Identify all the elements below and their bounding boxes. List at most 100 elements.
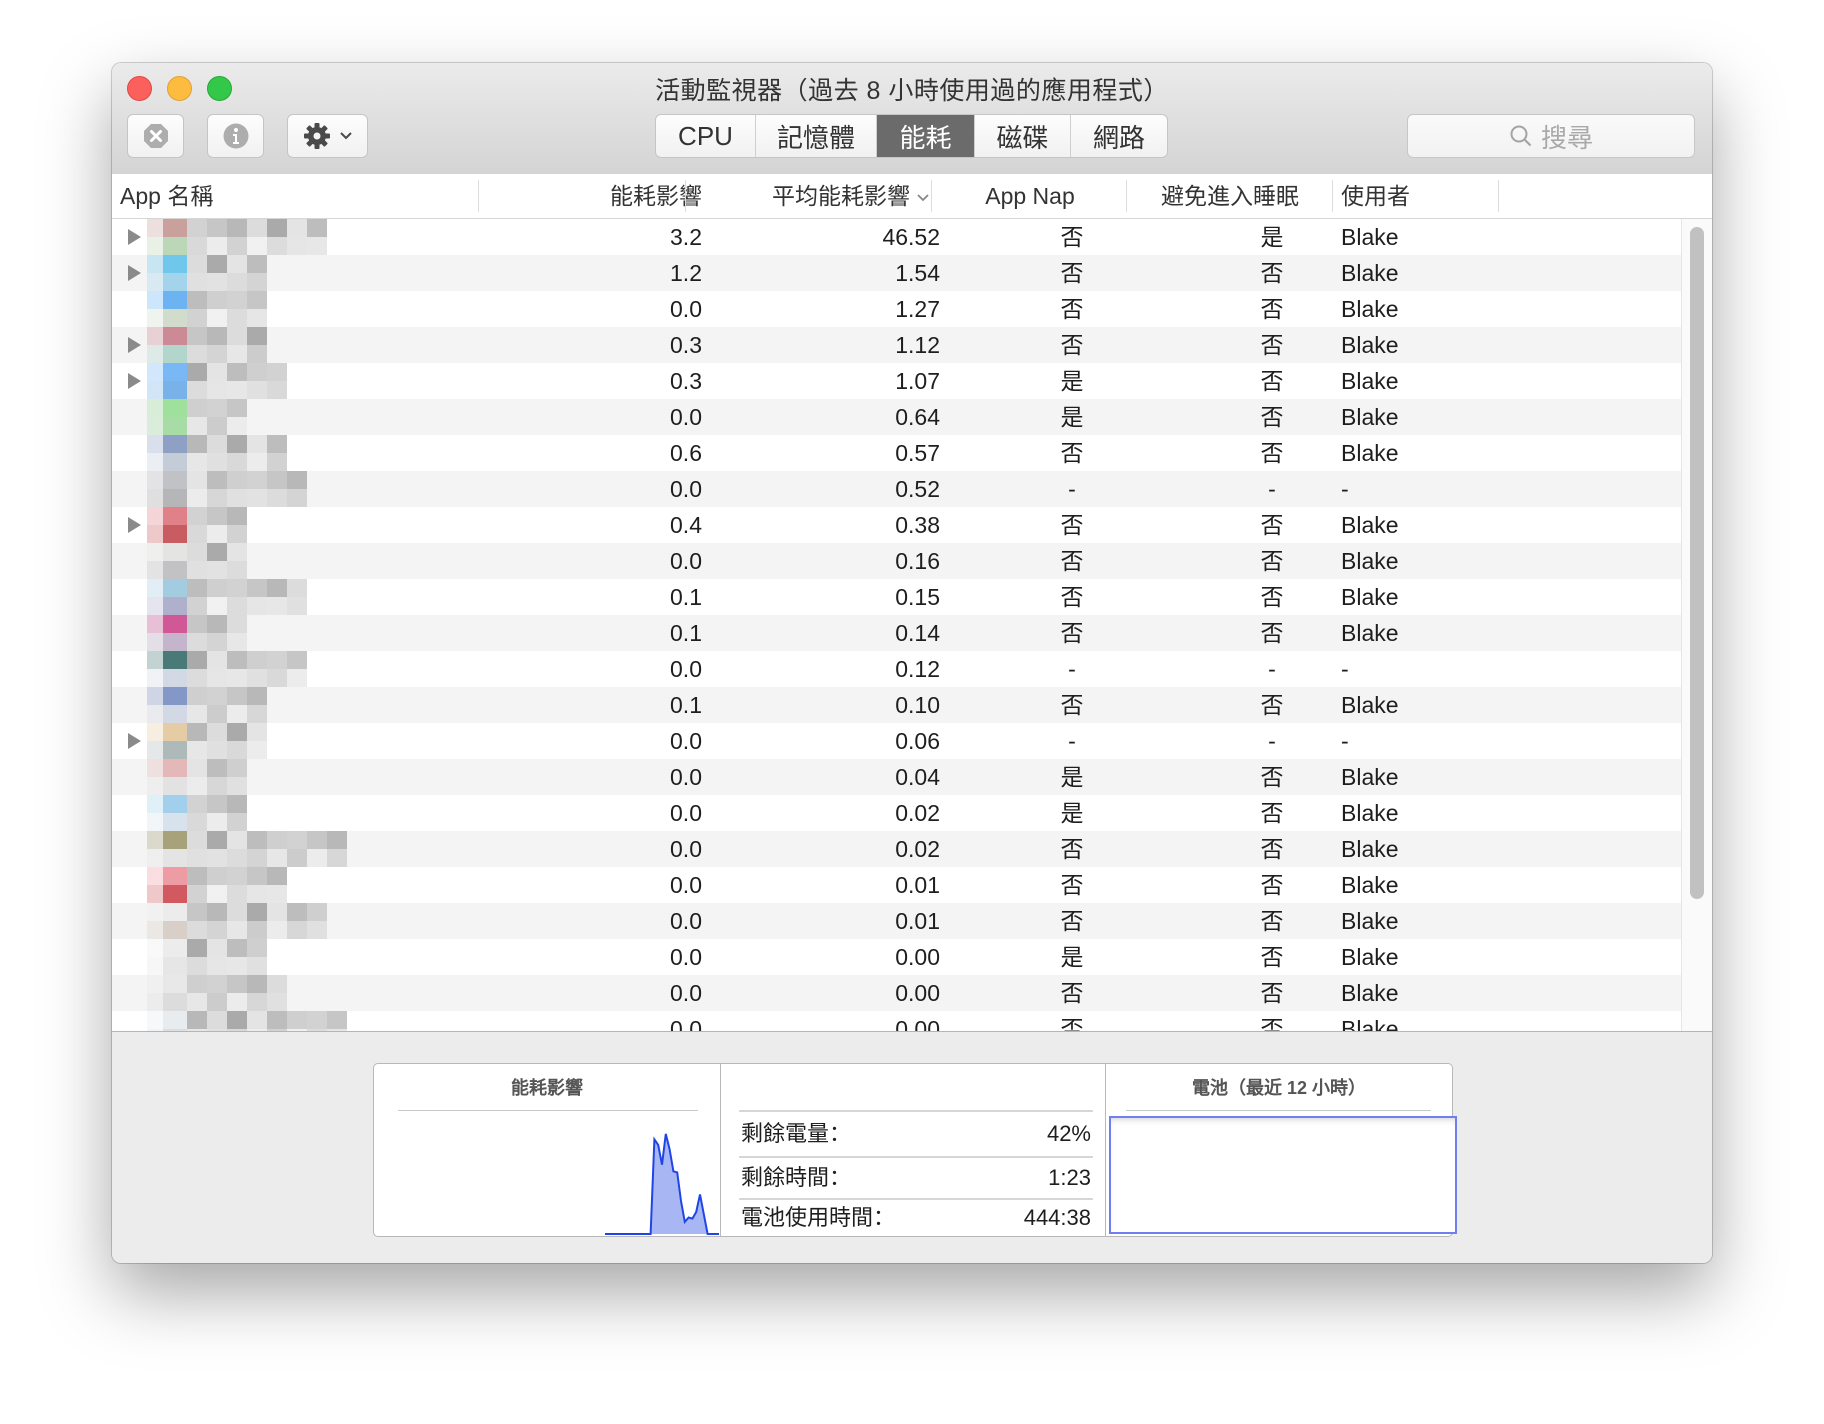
table-row[interactable]: 0.0 0.02 是 否 Blake [112,795,1682,831]
column-divider[interactable] [685,180,686,212]
avg-energy-impact-cell: 0.01 [895,908,940,934]
table-row[interactable]: 0.3 1.07 是 否 Blake [112,363,1682,399]
stop-process-button[interactable] [127,114,184,158]
column-divider[interactable] [1498,180,1499,212]
table-row[interactable]: 0.0 1.27 否 否 Blake [112,291,1682,327]
table-row[interactable]: 0.0 0.16 否 否 Blake [112,543,1682,579]
table-row[interactable]: 0.0 0.01 否 否 Blake [112,867,1682,903]
app-nap-cell: 是 [1060,764,1084,790]
app-icon [147,903,187,939]
table-row[interactable]: 0.0 0.04 是 否 Blake [112,759,1682,795]
app-name-obscured [147,903,327,939]
tab-disk[interactable]: 磁碟 [975,115,1071,157]
divider [1126,1110,1431,1111]
table-row[interactable]: 0.6 0.57 否 否 Blake [112,435,1682,471]
energy-summary-panel: 能耗影響 剩餘電量： 42% 剩餘時間： 1:23 電池使用時間： 444:38… [373,1063,1457,1238]
energy-summary-area: 能耗影響 剩餘電量： 42% 剩餘時間： 1:23 電池使用時間： 444:38… [112,1032,1712,1263]
energy-impact-cell: 0.0 [670,656,702,682]
avg-energy-impact-cell: 0.06 [895,728,940,754]
table-row[interactable]: 0.0 0.00 是 否 Blake [112,939,1682,975]
column-header-app-nap[interactable]: App Nap [932,174,1128,218]
user-cell: Blake [1341,764,1399,790]
table-row[interactable]: 0.0 0.00 否 否 Blake [112,975,1682,1011]
stop-octagon-icon [143,124,168,148]
app-name-obscured [147,795,247,831]
app-name-obscured [147,399,247,435]
tab-memory[interactable]: 記憶體 [756,115,877,157]
sort-descending-icon [917,194,929,202]
inspect-process-button[interactable] [207,114,264,158]
energy-impact-cell: 1.2 [670,260,702,286]
app-name-obscured [147,291,267,327]
stat-label: 電池使用時間： [741,1205,896,1230]
column-header-avg-energy-impact-label: 平均能耗影響 [772,183,910,209]
table-row[interactable]: 0.0 0.06 - - - [112,723,1682,759]
app-nap-cell: - [1068,728,1076,754]
app-icon [147,291,187,327]
app-icon [147,723,187,759]
app-nap-cell: 否 [1060,908,1084,934]
prevent-sleep-cell: 否 [1260,512,1284,538]
energy-impact-cell: 0.0 [670,296,702,322]
app-icon [147,759,187,795]
table-row[interactable]: 3.2 46.52 否 是 Blake [112,219,1682,255]
disclosure-triangle-icon[interactable] [128,733,141,749]
column-header-user[interactable]: 使用者 [1341,174,1410,218]
app-nap-cell: 否 [1060,260,1084,286]
app-name-obscured [147,687,267,723]
avg-energy-impact-cell: 0.10 [895,692,940,718]
user-cell: Blake [1341,512,1399,538]
disclosure-triangle-icon[interactable] [128,265,141,281]
disclosure-triangle-icon[interactable] [128,517,141,533]
table-row[interactable]: 0.4 0.38 否 否 Blake [112,507,1682,543]
table-row[interactable]: 0.0 0.64 是 否 Blake [112,399,1682,435]
table-row[interactable]: 1.2 1.54 否 否 Blake [112,255,1682,291]
app-nap-cell: 否 [1060,512,1084,538]
prevent-sleep-cell: 否 [1260,944,1284,970]
table-row[interactable]: 0.0 0.02 否 否 Blake [112,831,1682,867]
app-name-obscured [147,975,287,1011]
tab-network[interactable]: 網路 [1071,115,1167,157]
stat-label: 剩餘時間： [741,1165,852,1190]
vertical-scrollbar[interactable] [1681,219,1712,1031]
action-menu-button[interactable] [287,114,368,158]
table-row[interactable]: 0.0 0.12 - - - [112,651,1682,687]
energy-impact-cell: 0.1 [670,620,702,646]
app-name-obscured [147,363,287,399]
energy-impact-section: 能耗影響 [374,1064,720,1236]
table-row[interactable]: 0.0 0.01 否 否 Blake [112,903,1682,939]
disclosure-triangle-icon[interactable] [128,337,141,353]
table-row[interactable]: 0.1 0.15 否 否 Blake [112,579,1682,615]
table-row[interactable]: 0.1 0.10 否 否 Blake [112,687,1682,723]
tab-energy[interactable]: 能耗 [877,115,975,157]
table-row[interactable]: 0.0 0.00 否 否 Blake [112,1011,1682,1031]
app-icon [147,255,187,291]
column-header-avg-energy-impact[interactable]: 平均能耗影響 [692,174,930,218]
app-icon [147,363,187,399]
prevent-sleep-cell: - [1268,728,1276,754]
energy-impact-chart [604,1133,720,1235]
column-header-app-name[interactable]: App 名稱 [120,174,213,218]
app-name-obscured [147,651,307,687]
column-divider[interactable] [1332,180,1333,212]
stat-label: 剩餘電量： [741,1121,852,1146]
table-row[interactable]: 0.3 1.12 否 否 Blake [112,327,1682,363]
disclosure-triangle-icon[interactable] [128,229,141,245]
stat-time-on-battery: 電池使用時間： 444:38 [741,1198,1091,1238]
tab-cpu[interactable]: CPU [656,115,756,157]
disclosure-triangle-icon[interactable] [128,373,141,389]
user-cell: Blake [1341,332,1399,358]
app-name-obscured [147,435,287,471]
prevent-sleep-cell: 否 [1260,800,1284,826]
column-divider[interactable] [478,180,479,212]
user-cell: Blake [1341,404,1399,430]
table-row[interactable]: 0.0 0.52 - - - [112,471,1682,507]
column-header-prevent-sleep[interactable]: 避免進入睡眠 [1127,174,1333,218]
energy-area-fill [605,1133,719,1234]
column-header-energy-impact[interactable]: 能耗影響 [482,174,702,218]
battery-history-graph [1109,1116,1457,1234]
prevent-sleep-cell: 否 [1260,296,1284,322]
scrollbar-thumb[interactable] [1690,227,1704,899]
search-field[interactable]: 搜尋 [1407,114,1695,158]
table-row[interactable]: 0.1 0.14 否 否 Blake [112,615,1682,651]
